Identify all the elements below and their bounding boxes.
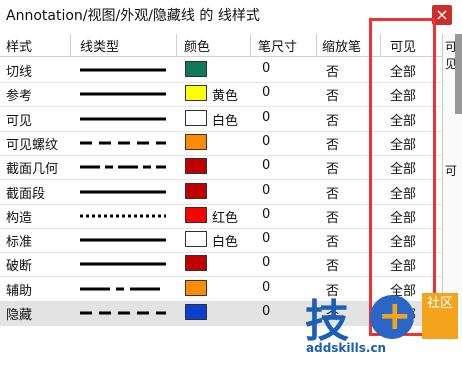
col-header-color[interactable]: 颜色 bbox=[184, 36, 210, 55]
color-swatch[interactable] bbox=[185, 182, 207, 199]
col-divider[interactable] bbox=[70, 34, 71, 56]
line-type-sample bbox=[80, 262, 166, 266]
line-type-sample bbox=[80, 141, 166, 145]
style-name: 隐藏 bbox=[6, 308, 33, 323]
color-swatch[interactable] bbox=[185, 304, 207, 320]
color-label: 白色 bbox=[212, 235, 239, 251]
style-name: 破断 bbox=[6, 259, 33, 275]
color-swatch[interactable] bbox=[185, 279, 207, 296]
pen-size-value: 0 bbox=[262, 109, 271, 125]
scale-pen-value: 否 bbox=[326, 186, 340, 202]
col-header-pen-size[interactable]: 笔尺寸 bbox=[258, 36, 297, 55]
color-swatch[interactable] bbox=[185, 206, 207, 223]
color-label: 红色 bbox=[212, 210, 239, 226]
color-swatch[interactable] bbox=[185, 109, 207, 126]
pen-size-value: 0 bbox=[262, 158, 271, 174]
color-swatch[interactable] bbox=[185, 158, 207, 175]
scale-pen-value: 否 bbox=[326, 65, 340, 80]
color-swatch[interactable] bbox=[185, 85, 207, 102]
pen-size-value: 0 bbox=[262, 231, 271, 247]
plus-icon: + bbox=[378, 293, 412, 339]
style-name: 标准 bbox=[6, 235, 33, 251]
style-name: 可见 bbox=[6, 113, 33, 129]
pen-size-value: 0 bbox=[262, 304, 271, 319]
line-type-sample bbox=[80, 117, 166, 121]
col-header-style[interactable]: 样式 bbox=[6, 36, 32, 55]
line-type-sample bbox=[80, 68, 166, 72]
window-title: Annotation/视图/外观/隐藏线 的 线样式 bbox=[6, 8, 260, 24]
col-divider[interactable] bbox=[316, 34, 317, 56]
pen-size-value: 0 bbox=[262, 206, 271, 222]
line-type-sample bbox=[80, 92, 166, 96]
col-divider[interactable] bbox=[176, 34, 177, 56]
color-label: 黄色 bbox=[212, 89, 239, 105]
scale-pen-value: 否 bbox=[326, 162, 340, 178]
color-swatch[interactable] bbox=[185, 255, 207, 272]
style-name: 可见螺纹 bbox=[6, 137, 59, 153]
col-header-scale-pen[interactable]: 缩放笔 bbox=[322, 36, 361, 55]
line-type-sample bbox=[80, 214, 166, 218]
scale-pen-value: 否 bbox=[326, 113, 340, 129]
scale-pen-value: 否 bbox=[326, 235, 340, 251]
line-type-sample bbox=[80, 190, 166, 193]
style-name: 截面段 bbox=[6, 186, 46, 202]
pen-size-value: 0 bbox=[262, 61, 271, 76]
line-type-sample bbox=[80, 165, 166, 169]
color-swatch[interactable] bbox=[185, 231, 207, 248]
watermark-glyph: 技 bbox=[305, 296, 349, 347]
style-name: 截面几何 bbox=[6, 162, 59, 178]
watermark-url: addskills.cn bbox=[306, 341, 387, 355]
style-name: 切线 bbox=[6, 65, 33, 80]
pen-size-value: 0 bbox=[262, 182, 271, 198]
line-type-sample bbox=[80, 311, 166, 315]
scrollbar[interactable] bbox=[455, 34, 462, 114]
right-panel-label: 可 bbox=[445, 164, 458, 178]
scale-pen-value: 否 bbox=[326, 210, 340, 226]
scale-pen-value: 否 bbox=[326, 89, 340, 105]
pen-size-value: 0 bbox=[262, 133, 271, 149]
pen-size-value: 0 bbox=[262, 255, 271, 271]
line-type-sample bbox=[80, 287, 166, 291]
watermark-logo: 技 + 社区 addskills.cn bbox=[300, 285, 462, 367]
scale-pen-value: 否 bbox=[326, 259, 340, 275]
line-type-sample bbox=[80, 238, 166, 242]
pen-size-value: 0 bbox=[262, 279, 271, 295]
scale-pen-value: 否 bbox=[326, 137, 340, 153]
color-label: 白色 bbox=[212, 113, 239, 129]
style-name: 参考 bbox=[6, 89, 33, 105]
watermark-tag: 社区 bbox=[422, 293, 458, 339]
pen-size-value: 0 bbox=[262, 85, 271, 101]
color-swatch[interactable] bbox=[185, 133, 207, 150]
color-swatch[interactable] bbox=[185, 61, 207, 77]
style-name: 辅助 bbox=[6, 283, 33, 299]
style-name: 构造 bbox=[6, 210, 33, 226]
col-header-linetype[interactable]: 线类型 bbox=[80, 36, 119, 55]
col-divider[interactable] bbox=[250, 34, 251, 56]
